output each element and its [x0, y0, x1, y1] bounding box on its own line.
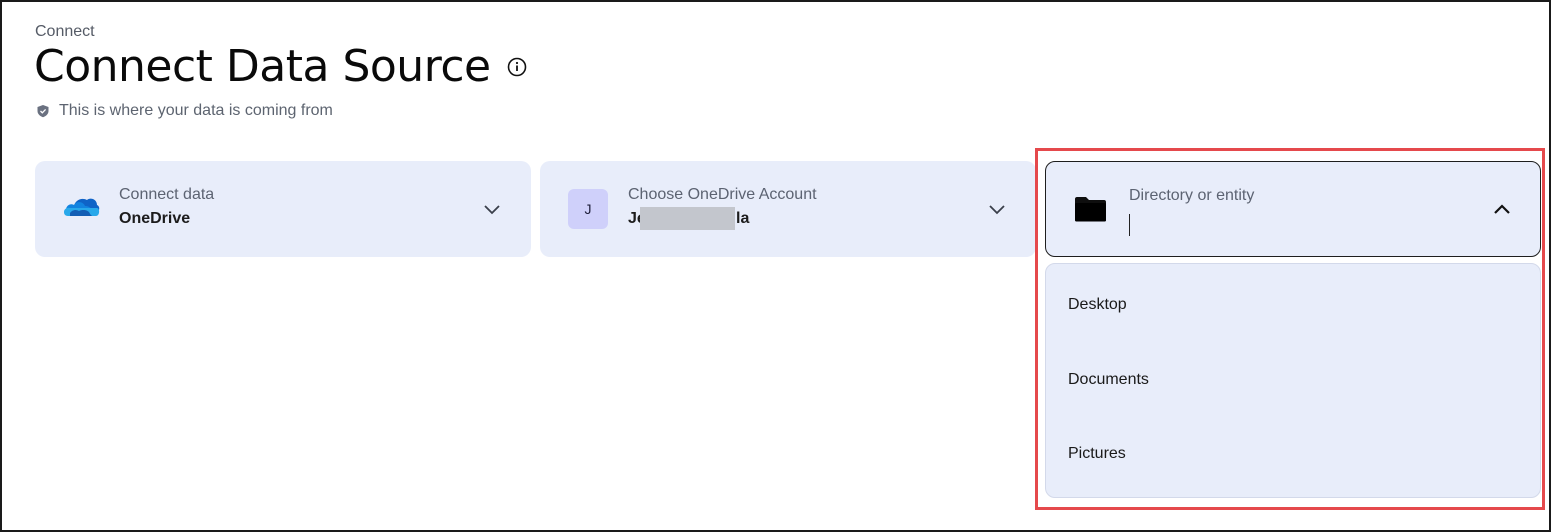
option-desktop[interactable]: Desktop	[1068, 296, 1127, 314]
directory-label: Directory or entity	[1129, 187, 1255, 204]
directory-input[interactable]	[1129, 214, 1459, 236]
option-pictures[interactable]: Pictures	[1068, 445, 1126, 463]
chevron-down-icon[interactable]	[988, 201, 1006, 219]
option-documents[interactable]: Documents	[1068, 371, 1149, 389]
redacted-block	[640, 207, 735, 230]
title-row: Connect Data Source	[34, 40, 527, 94]
chevron-up-icon[interactable]	[1493, 200, 1511, 218]
chevron-down-icon[interactable]	[483, 201, 501, 219]
info-icon[interactable]	[507, 57, 527, 77]
avatar: J	[568, 189, 608, 229]
onedrive-cloud-icon	[64, 198, 100, 216]
shield-icon	[37, 105, 49, 118]
breadcrumb[interactable]: Connect	[35, 23, 95, 41]
account-label: Choose OneDrive Account	[628, 186, 817, 203]
data-source-label: Connect data	[119, 186, 215, 203]
page-title: Connect Data Source	[34, 41, 491, 92]
account-value-end: la	[736, 210, 750, 227]
subtitle: This is where your data is coming from	[36, 102, 333, 120]
data-source-value: OneDrive	[119, 210, 191, 227]
directory-options-list: Desktop Documents Pictures	[1045, 263, 1541, 498]
data-source-select[interactable]: Connect data OneDrive	[35, 161, 531, 257]
directory-select[interactable]: Directory or entity	[1045, 161, 1541, 257]
subtitle-text: This is where your data is coming from	[59, 102, 333, 119]
text-cursor	[1129, 214, 1130, 236]
folder-icon	[1075, 197, 1106, 222]
account-select[interactable]: J Choose OneDrive Account Je la	[540, 161, 1036, 257]
